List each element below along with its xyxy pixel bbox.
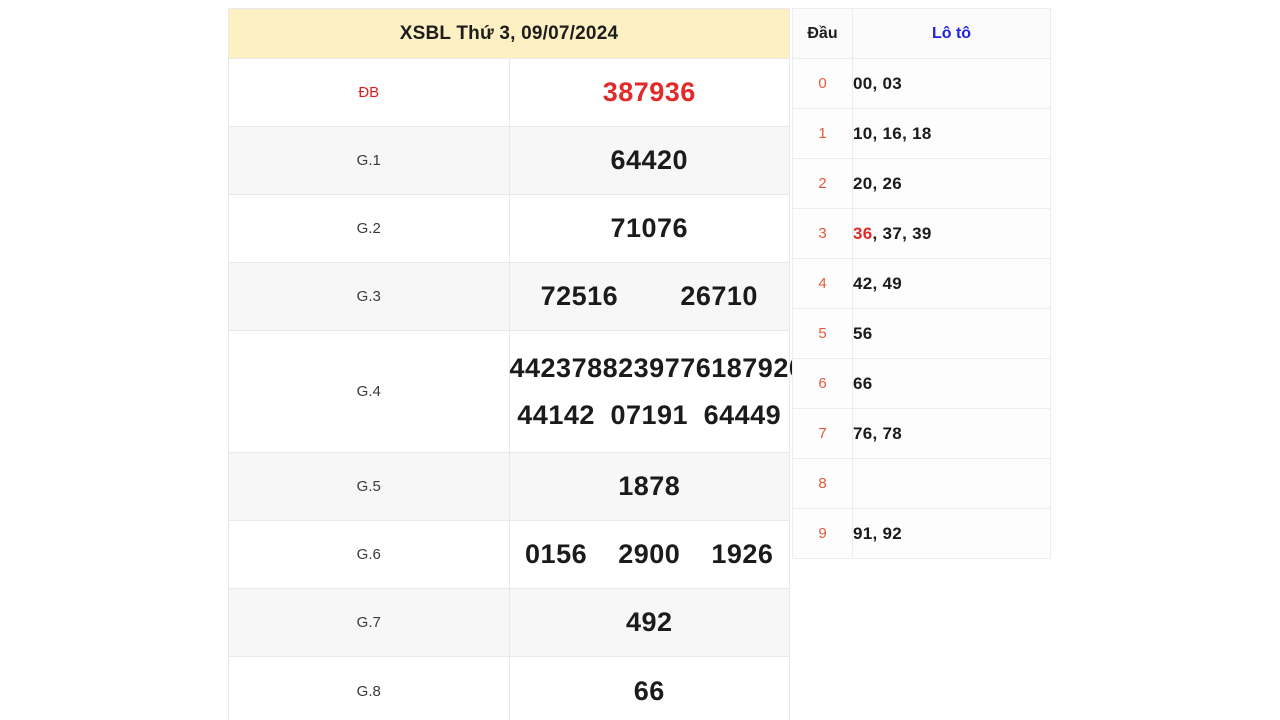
prize-values-db: 387936 <box>508 58 790 127</box>
loto-row: 2 20, 26 <box>792 158 1051 209</box>
prize-label-g4: G.4 <box>228 330 510 453</box>
loto-rest: 00, 03 <box>853 73 903 93</box>
prize-label-g2: G.2 <box>228 194 510 263</box>
loto-dau-digit: 5 <box>792 308 853 359</box>
loto-dau-digit: 9 <box>792 508 853 559</box>
loto-rest: , 37, 39 <box>872 223 932 243</box>
loto-dau-digit: 7 <box>792 408 853 459</box>
loto-row: 4 42, 49 <box>792 258 1051 309</box>
prize-label-g1: G.1 <box>228 126 510 195</box>
loto-dau-digit: 4 <box>792 258 853 309</box>
loto-row: 6 66 <box>792 358 1051 409</box>
prize-number: 387936 <box>602 77 696 107</box>
prize-number: 1926 <box>711 539 774 569</box>
loto-summary-table: Đầu Lô tô 0 00, 03 1 10, 16, 18 2 20, 26… <box>792 8 1051 559</box>
loto-values: 00, 03 <box>852 58 1051 109</box>
prize-label-g3: G.3 <box>228 262 510 331</box>
prize-number: 71076 <box>610 213 689 243</box>
loto-values <box>852 458 1051 509</box>
prize-label-g5: G.5 <box>228 452 510 521</box>
prize-row-g2: G.2 71076 <box>228 194 790 263</box>
loto-row: 0 00, 03 <box>792 58 1051 109</box>
loto-header-dau: Đầu <box>792 8 853 59</box>
loto-rest: 76, 78 <box>853 423 903 443</box>
loto-rest: 66 <box>853 373 873 393</box>
prize-number: 0156 <box>525 539 588 569</box>
loto-row: 9 91, 92 <box>792 508 1051 559</box>
loto-row: 7 76, 78 <box>792 408 1051 459</box>
prize-number: 77618 <box>664 352 743 383</box>
loto-header-row: Đầu Lô tô <box>792 8 1051 59</box>
loto-row: 8 <box>792 458 1051 509</box>
loto-rest: 42, 49 <box>853 273 903 293</box>
loto-values: 10, 16, 18 <box>852 108 1051 159</box>
loto-dau-digit: 3 <box>792 208 853 259</box>
prize-number: 07191 <box>610 399 689 430</box>
prize-number: 2900 <box>618 539 681 569</box>
prize-header-row: XSBL Thứ 3, 09/07/2024 <box>228 8 790 59</box>
prize-row-g7: G.7 492 <box>228 588 790 657</box>
prize-row-g5: G.5 1878 <box>228 452 790 521</box>
prize-number: 44237 <box>509 352 588 383</box>
prize-values-g2: 71076 <box>508 194 790 263</box>
prize-number: 64449 <box>703 399 782 430</box>
prize-number: 72516 <box>540 281 619 311</box>
loto-values: 66 <box>852 358 1051 409</box>
loto-values: 91, 92 <box>852 508 1051 559</box>
prize-number: 26710 <box>680 281 758 311</box>
loto-dau-digit: 1 <box>792 108 853 159</box>
loto-values: 76, 78 <box>852 408 1051 459</box>
loto-dau-digit: 8 <box>792 458 853 509</box>
loto-row: 1 10, 16, 18 <box>792 108 1051 159</box>
loto-row: 3 36, 37, 39 <box>792 208 1051 259</box>
loto-rest: 10, 16, 18 <box>853 123 932 143</box>
prize-number: 492 <box>625 607 673 637</box>
prize-table-title: XSBL Thứ 3, 09/07/2024 <box>228 8 790 59</box>
prize-number: 66 <box>633 675 665 706</box>
prize-number: 64420 <box>610 145 689 175</box>
prize-values-g6: 0156 2900 1926 <box>508 520 790 589</box>
prize-label-g6: G.6 <box>228 520 510 589</box>
loto-values: 20, 26 <box>852 158 1051 209</box>
loto-dau-digit: 6 <box>792 358 853 409</box>
loto-rest: 91, 92 <box>853 523 903 543</box>
prize-row-g4: G.4 44237 88239 77618 79203 44142 07191 … <box>228 330 819 453</box>
prize-row-g1: G.1 64420 <box>228 126 790 195</box>
prize-values-g8: 66 <box>508 656 790 720</box>
loto-values: 36, 37, 39 <box>852 208 1051 259</box>
prize-label-db: ĐB <box>228 58 510 127</box>
lottery-results-page: XSBL Thứ 3, 09/07/2024 ĐB 387936 G.1 644… <box>0 0 1280 720</box>
prize-row-g8: G.8 66 <box>228 656 790 720</box>
prize-row-g6: G.6 0156 2900 1926 <box>228 520 790 589</box>
prize-row-db: ĐB 387936 <box>228 58 790 127</box>
prize-number: 88239 <box>587 352 665 383</box>
prize-values-g5: 1878 <box>508 452 790 521</box>
prize-row-g3: G.3 72516 26710 <box>228 262 790 331</box>
loto-header-loto: Lô tô <box>852 8 1051 59</box>
loto-row: 5 56 <box>792 308 1051 359</box>
loto-dau-digit: 0 <box>792 58 853 109</box>
prize-results-table: XSBL Thứ 3, 09/07/2024 ĐB 387936 G.1 644… <box>228 8 819 720</box>
loto-rest: 56 <box>853 323 873 343</box>
prize-values-g7: 492 <box>508 588 790 657</box>
prize-values-g4: 44237 88239 77618 79203 44142 07191 6444… <box>508 330 819 453</box>
loto-highlight: 36 <box>853 223 873 243</box>
loto-rest: 20, 26 <box>853 173 903 193</box>
prize-label-g8: G.8 <box>228 656 510 720</box>
loto-values: 42, 49 <box>852 258 1051 309</box>
prize-number: 44142 <box>517 399 595 430</box>
loto-values: 56 <box>852 308 1051 359</box>
prize-values-g1: 64420 <box>508 126 790 195</box>
loto-dau-digit: 2 <box>792 158 853 209</box>
prize-label-g7: G.7 <box>228 588 510 657</box>
prize-number: 1878 <box>618 471 681 501</box>
prize-values-g3: 72516 26710 <box>508 262 790 331</box>
